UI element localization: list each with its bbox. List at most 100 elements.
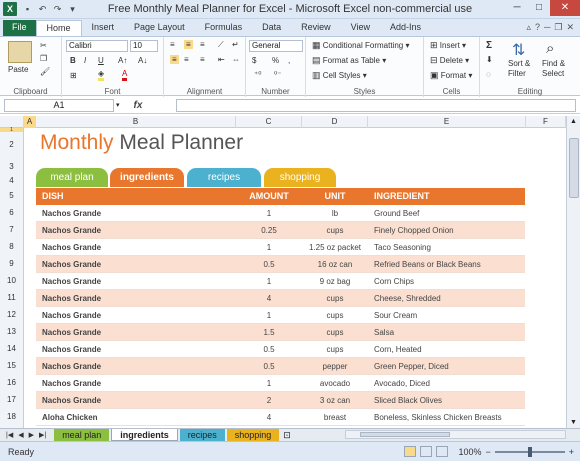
tab-review[interactable]: Review (291, 20, 341, 36)
sheet-tab-recipes[interactable]: recipes (179, 429, 225, 441)
row-header-10[interactable]: 10 (0, 272, 24, 289)
sort-filter-button-line2[interactable]: Filter (508, 69, 526, 78)
table-row[interactable]: Nachos Grande 0.5 pepper Green Pepper, Dice… (36, 358, 525, 375)
insert-cells-button[interactable]: ⊞ Insert ▾ (430, 40, 466, 51)
scroll-down-icon[interactable]: ▼ (570, 419, 577, 426)
insert-function-button[interactable]: fx (134, 100, 143, 111)
tab-add-ins[interactable]: Add-Ins (380, 20, 431, 36)
window-minimize-icon[interactable]: ─ (544, 22, 550, 33)
row-header-17[interactable]: 17 (0, 391, 24, 408)
tab-home[interactable]: Home (35, 20, 82, 36)
worksheet-grid[interactable]: Monthly Meal Planner meal plan ingredien… (24, 128, 566, 428)
row-header-2[interactable]: 2 (0, 132, 24, 158)
table-row[interactable]: Nachos Grande 1 cups Sour Cream (36, 307, 525, 324)
format-as-table-button[interactable]: ▤ Format as Table ▾ (312, 55, 386, 66)
table-row[interactable]: Nachos Grande 1 9 oz bag Corn Chips (36, 273, 525, 290)
row-header-4[interactable]: 4 (0, 175, 24, 187)
prev-sheet-icon[interactable]: ◀ (18, 431, 23, 439)
paste-icon[interactable] (8, 41, 32, 63)
grow-font-icon[interactable]: A↑ (118, 56, 127, 65)
column-header-f[interactable]: F (526, 116, 566, 128)
sheet-tab-meal-plan[interactable]: meal plan (54, 429, 110, 441)
copy-icon[interactable]: ❐ (40, 54, 47, 63)
bold-button[interactable]: B (70, 56, 76, 65)
shrink-font-icon[interactable]: A↓ (138, 56, 147, 65)
find-select-icon[interactable]: ⌕ (546, 40, 554, 57)
table-row[interactable]: Nachos Grande 2 3 oz can Sliced Black Olive… (36, 392, 525, 409)
formula-input[interactable] (176, 98, 576, 112)
align-bottom-icon[interactable]: ≡ (200, 40, 205, 49)
name-box[interactable]: A1 (4, 98, 114, 112)
sort-filter-icon[interactable]: ⇅ (512, 40, 525, 60)
vertical-scroll-thumb[interactable] (569, 138, 579, 198)
insert-sheet-icon[interactable]: ⊡ (283, 430, 291, 441)
font-size-select[interactable]: 10 (130, 40, 158, 52)
table-row[interactable]: Nachos Grande 0.5 cups Corn, Heated (36, 341, 525, 358)
help-icon[interactable]: ? (535, 22, 540, 33)
conditional-formatting-button[interactable]: ▦ Conditional Formatting ▾ (312, 40, 409, 51)
horizontal-scrollbar[interactable] (345, 430, 566, 439)
column-header-a[interactable]: A (24, 116, 36, 128)
row-header-9[interactable]: 9 (0, 255, 24, 272)
number-format-select[interactable]: General (249, 40, 303, 52)
align-top-icon[interactable]: ≡ (170, 40, 175, 49)
row-header-13[interactable]: 13 (0, 323, 24, 340)
scroll-up-icon[interactable]: ▲ (570, 118, 577, 125)
planner-tab-shopping[interactable]: shopping (264, 168, 336, 187)
column-header-b[interactable]: B (36, 116, 236, 128)
sheet-tab-ingredients[interactable]: ingredients (111, 429, 178, 441)
table-row[interactable]: Nachos Grande 1 1.25 oz packet Taco Seasoni… (36, 239, 525, 256)
orientation-icon[interactable]: ⟋ (218, 40, 224, 50)
excel-app-icon[interactable]: X (3, 2, 17, 16)
wrap-text-icon[interactable]: ↵ (232, 40, 239, 49)
currency-button[interactable]: $ (252, 56, 256, 65)
column-header-d[interactable]: D (302, 116, 368, 128)
font-name-select[interactable]: Calibri (66, 40, 128, 52)
percent-button[interactable]: % (272, 56, 279, 65)
row-header-8[interactable]: 8 (0, 238, 24, 255)
increase-decimal-icon[interactable]: ⁺⁰ (254, 70, 261, 79)
tab-file[interactable]: File (3, 20, 36, 36)
row-header-6[interactable]: 6 (0, 204, 24, 221)
tab-formulas[interactable]: Formulas (195, 20, 253, 36)
fill-icon[interactable]: ⬇ (486, 55, 493, 64)
align-left-icon[interactable]: ≡ (170, 55, 179, 64)
redo-icon[interactable]: ↷ (52, 4, 63, 15)
zoom-slider-handle[interactable] (527, 446, 532, 457)
delete-cells-button[interactable]: ⊟ Delete ▾ (430, 55, 469, 66)
row-header-7[interactable]: 7 (0, 221, 24, 238)
normal-view-icon[interactable] (404, 446, 417, 457)
customize-toolbar-icon[interactable]: ▾ (67, 4, 78, 15)
table-row[interactable]: Nachos Grande 1 avocado Avocado, Diced (36, 375, 525, 392)
page-layout-view-icon[interactable] (420, 446, 433, 457)
next-sheet-icon[interactable]: ▶ (29, 431, 34, 439)
table-row[interactable]: Nachos Grande 1 lb Ground Beef (36, 205, 525, 222)
row-header-3[interactable]: 3 (0, 158, 24, 175)
italic-button[interactable]: I (84, 56, 86, 65)
row-header-14[interactable]: 14 (0, 340, 24, 357)
align-right-icon[interactable]: ≡ (200, 55, 205, 64)
table-row[interactable]: Nachos Grande 0.5 16 oz can Refried Beans o… (36, 256, 525, 273)
table-row[interactable]: Nachos Grande 1.5 cups Salsa (36, 324, 525, 341)
row-header-15[interactable]: 15 (0, 357, 24, 374)
align-middle-icon[interactable]: ≡ (184, 40, 193, 49)
column-header-e[interactable]: E (368, 116, 526, 128)
window-close-icon[interactable]: ✕ (566, 22, 574, 33)
tab-page-layout[interactable]: Page Layout (124, 20, 195, 36)
row-header-18[interactable]: 18 (0, 408, 24, 428)
planner-tab-ingredients[interactable]: ingredients (110, 168, 184, 187)
tab-data[interactable]: Data (252, 20, 291, 36)
fill-color-icon[interactable]: ◈ (98, 69, 105, 81)
close-button[interactable]: ✕ (550, 0, 580, 16)
row-header-16[interactable]: 16 (0, 374, 24, 391)
tab-view[interactable]: View (341, 20, 380, 36)
decrease-indent-icon[interactable]: ⇤ (218, 55, 225, 64)
table-row[interactable]: Nachos Grande 4 cups Cheese, Shredded (36, 290, 525, 307)
save-icon[interactable]: ▪ (22, 4, 33, 14)
row-header-5[interactable]: 5 (0, 187, 24, 204)
tab-insert[interactable]: Insert (82, 20, 125, 36)
planner-tab-meal-plan[interactable]: meal plan (36, 168, 108, 187)
cell-styles-button[interactable]: ▥ Cell Styles ▾ (312, 70, 367, 81)
table-row[interactable]: Aloha Chicken 4 breast Boneless, Skinless C… (36, 409, 525, 426)
format-painter-icon[interactable]: 🖌 (40, 67, 50, 76)
